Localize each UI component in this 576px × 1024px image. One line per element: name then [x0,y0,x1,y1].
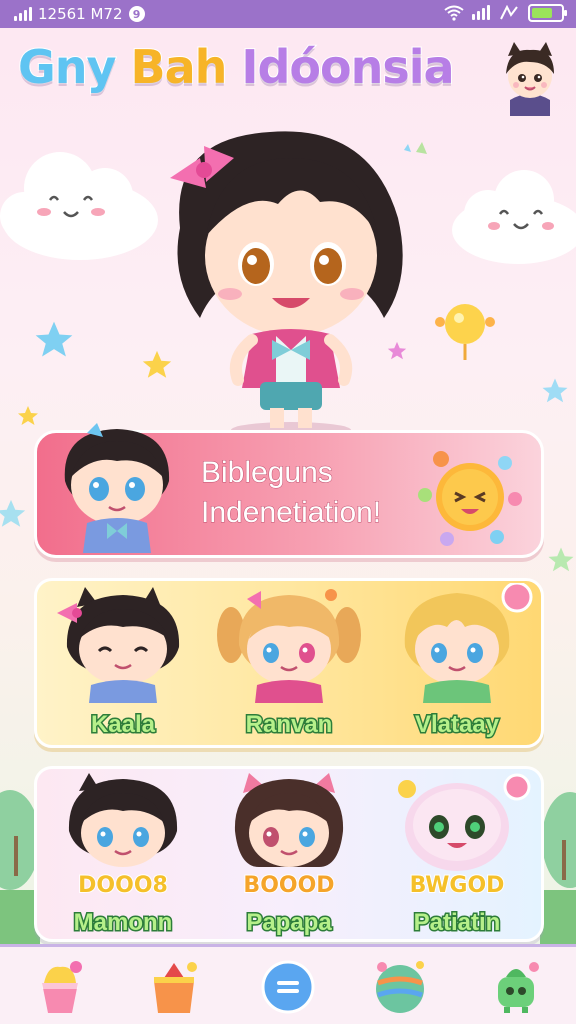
dark-hair-boy-icon [68,773,178,867]
battery-icon [528,4,567,22]
nav-planet-button[interactable] [368,953,432,1017]
signal-icon [472,5,490,20]
nav-ice-cream-button[interactable] [28,953,92,1017]
right-hills-icon [540,792,576,950]
bottom-nav [0,944,576,1024]
nav-castle-button[interactable] [142,953,206,1017]
battery-fill [532,8,552,18]
winking-girl-icon [57,587,180,703]
pigtail-girl-icon [217,589,361,703]
nav-robot-button[interactable] [484,953,548,1017]
small-star-icon [18,406,38,425]
status-bar: 12561 M72 9 [0,0,576,28]
character-card-vlataay[interactable]: Vlataay [377,583,537,743]
character-name-vlataay: Vlataay [413,710,500,740]
green-eyed-blob-icon [398,773,531,871]
character-name-papapa: Papapa [245,908,333,938]
character-name-mamonn: Mamonn [72,908,174,938]
balloon-sun-icon [435,304,495,360]
cat-ear-girl-icon [234,773,344,867]
nav-menu-button[interactable] [256,953,320,1017]
status-right [444,4,567,22]
character-badge-patiatin: BWGOD [409,872,506,899]
banner-line-2: Indenetiation! [200,496,382,530]
hero-chibi-girl-icon [170,131,403,438]
title-part-1: Gny [17,39,117,95]
status-left: 12561 M72 9 [14,5,145,23]
character-name-ranvan: Ranvan [244,710,334,740]
banner-text: Bibleguns Indenetiation! [200,453,382,533]
character-card-ranvan[interactable]: Ranvan [209,583,369,743]
character-badge-mamonn: DOOO8 [77,872,169,899]
character-name-kaala: Kaala [89,710,156,740]
right-edge-star-icon [548,547,574,572]
ice-cream-cup-icon [42,961,82,1013]
notification-badge[interactable]: 9 [128,6,145,22]
chibi-boy-icon [64,423,170,553]
blue-star-right-icon [542,378,568,403]
green-robot-icon [498,962,539,1013]
title-part-2: Bah [130,39,229,95]
title-part-3: Idóonsia [240,39,455,95]
smiling-sun-icon [418,451,522,546]
wifi-icon [444,5,464,21]
castle-basket-icon [154,962,197,1013]
left-edge-star-icon [0,499,26,527]
banner-line-1: Bibleguns [200,456,333,490]
menu-round-icon [261,960,315,1014]
character-card-papapa[interactable]: BOOOD Papapa [209,771,369,938]
character-row-2: DOOO8 Mamonn BOOOD Papapa BWGOD Patiatin [34,766,544,942]
blonde-boy-icon [404,583,533,703]
network-icon [500,5,518,20]
welcome-banner[interactable]: Bibleguns Indenetiation! [34,423,544,558]
left-cloud-icon [0,152,158,260]
character-badge-papapa: BOOOD [242,872,335,899]
status-time: 12561 M72 [38,5,123,23]
character-card-mamonn[interactable]: DOOO8 Mamonn [43,771,203,938]
cat-ear-boy-avatar-icon[interactable] [498,40,562,116]
app-title: Gny Bah Idóonsia [17,39,456,95]
character-card-patiatin[interactable]: BWGOD Patiatin [377,771,537,938]
blue-star-icon [35,321,73,357]
character-row-1: Kaala Ranvan Vlataay [34,578,544,748]
right-cloud-icon [452,170,576,264]
character-card-kaala[interactable]: Kaala [43,583,203,743]
signal-bars-icon [14,7,32,21]
character-name-patiatin: Patiatin [412,908,502,938]
planet-ball-icon [376,961,424,1013]
